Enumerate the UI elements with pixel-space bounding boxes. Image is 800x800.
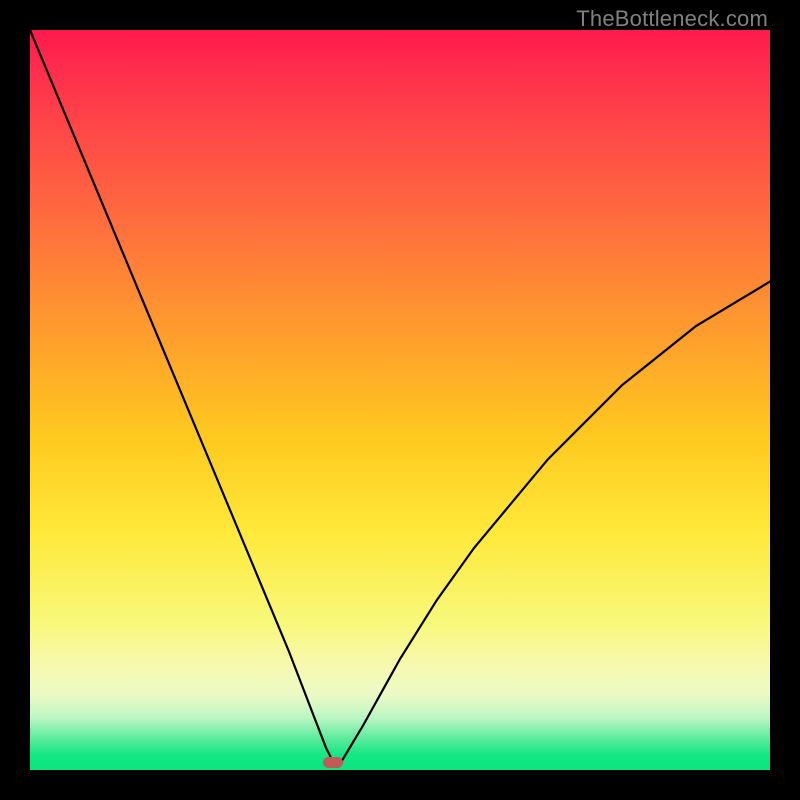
plot-area — [30, 30, 770, 770]
min-marker — [323, 757, 343, 768]
watermark-text: TheBottleneck.com — [576, 6, 768, 32]
chart-frame: TheBottleneck.com — [0, 0, 800, 800]
bottleneck-curve — [30, 30, 770, 770]
curve-path — [30, 30, 770, 763]
